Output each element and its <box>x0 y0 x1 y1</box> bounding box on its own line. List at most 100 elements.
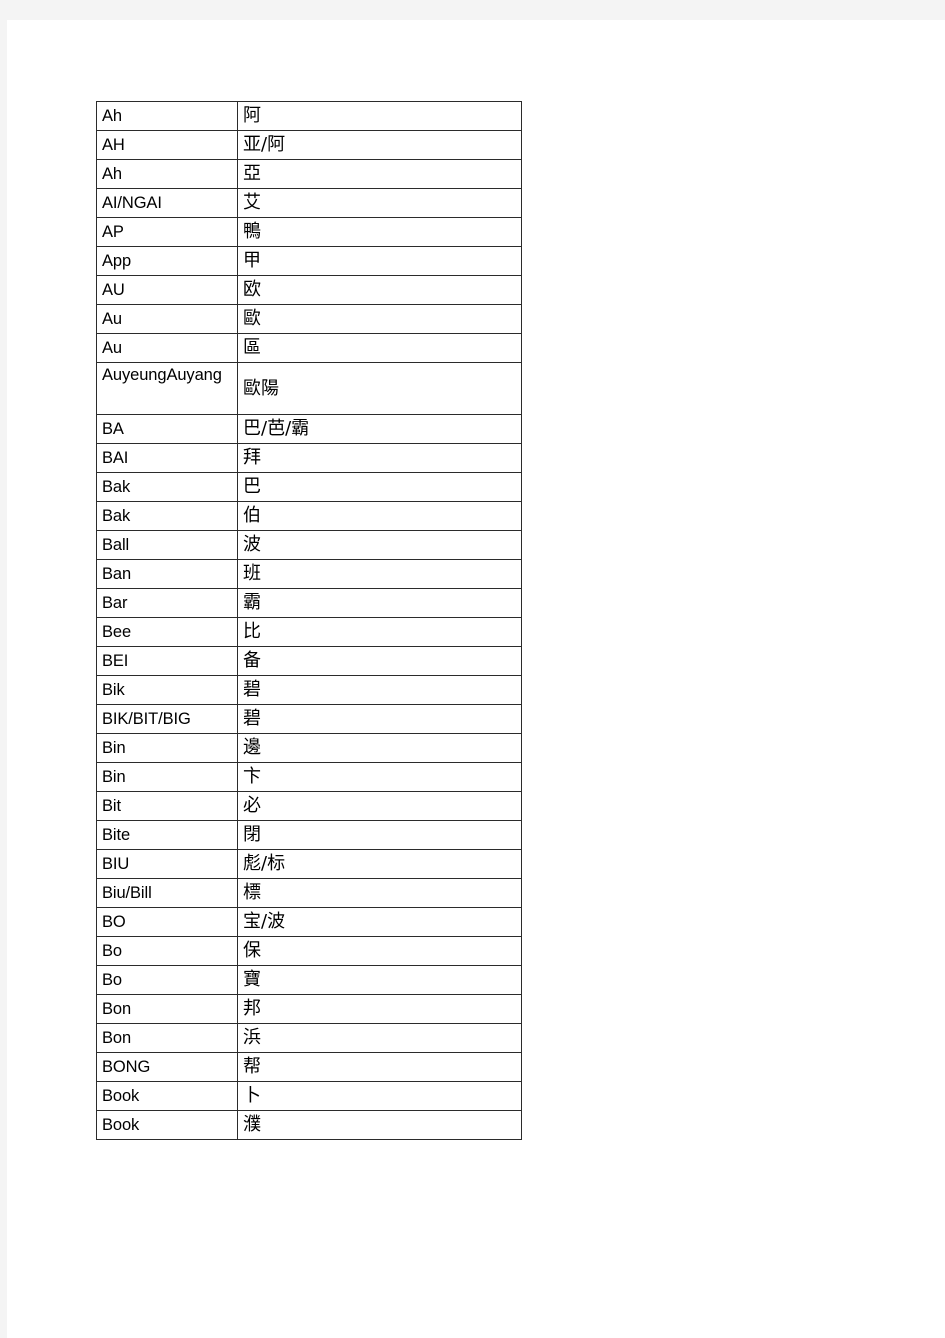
table-row: Ball 波 <box>96 530 522 560</box>
table-row: BONG 帮 <box>96 1052 522 1082</box>
table-row: Bo 保 <box>96 936 522 966</box>
romanization-cell: Ah <box>96 159 238 189</box>
chinese-character-cell: 拜 <box>237 443 522 473</box>
chinese-character-cell: 碧 <box>237 704 522 734</box>
table-row: Au 區 <box>96 333 522 363</box>
chinese-character-cell: 亞 <box>237 159 522 189</box>
table-row: Bon 浜 <box>96 1023 522 1053</box>
table-row: Au 歐 <box>96 304 522 334</box>
chinese-character-cell: 邊 <box>237 733 522 763</box>
chinese-character-cell: 巴/芭/霸 <box>237 414 522 444</box>
romanization-cell: Ban <box>96 559 238 589</box>
romanization-cell: Bar <box>96 588 238 618</box>
romanization-cell: BONG <box>96 1052 238 1082</box>
romanization-cell: AH <box>96 130 238 160</box>
table-row: Book 濮 <box>96 1110 522 1140</box>
chinese-character-cell: 卞 <box>237 762 522 792</box>
chinese-character-cell: 閉 <box>237 820 522 850</box>
chinese-character-cell: 彪/标 <box>237 849 522 879</box>
romanization-cell: Book <box>96 1110 238 1140</box>
table-row: BAI 拜 <box>96 443 522 473</box>
romanization-cell: Bo <box>96 965 238 995</box>
chinese-character-cell: 巴 <box>237 472 522 502</box>
table-row: Bak 巴 <box>96 472 522 502</box>
document-page: Ah 阿 AH 亚/阿 Ah 亞 AI/NGAI 艾 AP 鴨 App 甲 AU 欧 Au 歐 Au 區 Auyeu… <box>7 20 945 1338</box>
chinese-character-cell: 保 <box>237 936 522 966</box>
romanization-cell: Ball <box>96 530 238 560</box>
chinese-character-cell: 濮 <box>237 1110 522 1140</box>
chinese-character-cell: 艾 <box>237 188 522 218</box>
chinese-character-cell: 區 <box>237 333 522 363</box>
romanization-cell: AU <box>96 275 238 305</box>
romanization-cell: BIK/BIT/BIG <box>96 704 238 734</box>
table-row: Bite 閉 <box>96 820 522 850</box>
romanization-cell: Bee <box>96 617 238 647</box>
romanization-cell: AI/NGAI <box>96 188 238 218</box>
table-row: Ah 亞 <box>96 159 522 189</box>
table-row: Bee 比 <box>96 617 522 647</box>
table-row: AI/NGAI 艾 <box>96 188 522 218</box>
chinese-character-cell: 宝/波 <box>237 907 522 937</box>
chinese-character-cell: 碧 <box>237 675 522 705</box>
romanization-cell: Biu/Bill <box>96 878 238 908</box>
chinese-character-cell: 帮 <box>237 1052 522 1082</box>
table-row: App 甲 <box>96 246 522 276</box>
romanization-cell: BA <box>96 414 238 444</box>
romanization-cell: Bin <box>96 733 238 763</box>
romanization-cell: Ah <box>96 101 238 131</box>
romanization-cell: Au <box>96 333 238 363</box>
romanization-cell: Bon <box>96 994 238 1024</box>
table-row: BA 巴/芭/霸 <box>96 414 522 444</box>
table-row: Bak 伯 <box>96 501 522 531</box>
chinese-character-cell: 歐 <box>237 304 522 334</box>
chinese-character-cell: 必 <box>237 791 522 821</box>
chinese-character-cell: 歐陽 <box>237 362 522 415</box>
romanization-cell: Bak <box>96 472 238 502</box>
chinese-character-cell: 欧 <box>237 275 522 305</box>
romanization-cell: BEI <box>96 646 238 676</box>
chinese-character-cell: 班 <box>237 559 522 589</box>
romanization-cell: AP <box>96 217 238 247</box>
chinese-character-cell: 鴨 <box>237 217 522 247</box>
table-row: Bin 邊 <box>96 733 522 763</box>
romanization-cell: Bit <box>96 791 238 821</box>
romanization-cell: Bik <box>96 675 238 705</box>
romanization-cell: BO <box>96 907 238 937</box>
table-row: BO 宝/波 <box>96 907 522 937</box>
romanization-cell: AuyeungAuyang <box>96 362 238 415</box>
table-row: BIK/BIT/BIG 碧 <box>96 704 522 734</box>
table-row: Book 卜 <box>96 1081 522 1111</box>
romanization-cell: Bin <box>96 762 238 792</box>
chinese-character-cell: 標 <box>237 878 522 908</box>
table-row: Bit 必 <box>96 791 522 821</box>
table-container: Ah 阿 AH 亚/阿 Ah 亞 AI/NGAI 艾 AP 鴨 App 甲 AU 欧 Au 歐 Au 區 Auyeu… <box>96 101 522 1140</box>
chinese-character-cell: 备 <box>237 646 522 676</box>
chinese-character-cell: 卜 <box>237 1081 522 1111</box>
table-row: AH 亚/阿 <box>96 130 522 160</box>
table-row: Biu/Bill 標 <box>96 878 522 908</box>
romanization-cell: BIU <box>96 849 238 879</box>
romanization-cell: Bite <box>96 820 238 850</box>
chinese-character-cell: 波 <box>237 530 522 560</box>
table-row: Ban 班 <box>96 559 522 589</box>
table-row: Ah 阿 <box>96 101 522 131</box>
chinese-character-cell: 亚/阿 <box>237 130 522 160</box>
romanization-cell: BAI <box>96 443 238 473</box>
table-row: BIU 彪/标 <box>96 849 522 879</box>
table-row: AU 欧 <box>96 275 522 305</box>
romanization-cell: Bon <box>96 1023 238 1053</box>
chinese-character-cell: 霸 <box>237 588 522 618</box>
table-row: AP 鴨 <box>96 217 522 247</box>
table-body: Ah 阿 AH 亚/阿 Ah 亞 AI/NGAI 艾 AP 鴨 App 甲 AU 欧 Au 歐 Au 區 Auyeu… <box>96 101 522 1140</box>
table-row: Bo 寶 <box>96 965 522 995</box>
cantonese-romanization-table: Ah 阿 AH 亚/阿 Ah 亞 AI/NGAI 艾 AP 鴨 App 甲 AU 欧 Au 歐 Au 區 Auyeu… <box>96 101 522 1140</box>
chinese-character-cell: 甲 <box>237 246 522 276</box>
romanization-cell: Bo <box>96 936 238 966</box>
romanization-cell: Book <box>96 1081 238 1111</box>
chinese-character-cell: 阿 <box>237 101 522 131</box>
table-row: AuyeungAuyang 歐陽 <box>96 362 522 415</box>
romanization-cell: Bak <box>96 501 238 531</box>
table-row: BEI 备 <box>96 646 522 676</box>
chinese-character-cell: 伯 <box>237 501 522 531</box>
table-row: Bon 邦 <box>96 994 522 1024</box>
